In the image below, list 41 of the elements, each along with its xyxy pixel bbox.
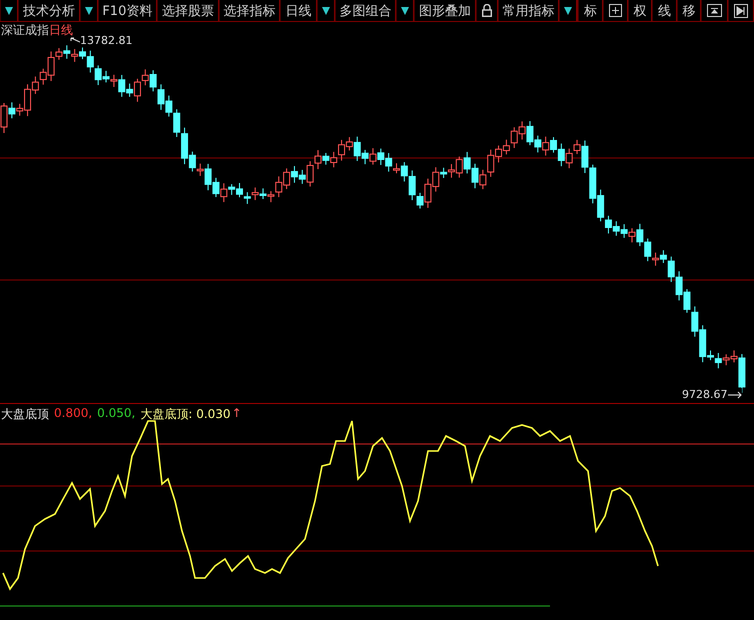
caret-icon xyxy=(401,6,410,14)
panel-icon xyxy=(706,4,722,17)
dropdown-button[interactable] xyxy=(559,0,578,21)
caret-icon xyxy=(322,6,330,14)
dropdown-button[interactable] xyxy=(80,0,98,21)
toolbar-button[interactable]: 技术分析 xyxy=(18,0,80,21)
high-price-label: 13782.81 xyxy=(80,34,132,47)
grid-icon xyxy=(608,4,622,17)
low-price-label: 9728.67 xyxy=(682,388,728,401)
dropdown-button[interactable] xyxy=(0,0,18,21)
toolbar-button[interactable]: 移 xyxy=(676,0,701,21)
dropdown-button[interactable] xyxy=(316,0,335,21)
toolbar-button[interactable]: 常用指标 xyxy=(498,0,560,21)
toolbar-button[interactable]: 图形叠加 xyxy=(414,0,476,21)
toolbar-button[interactable]: 权 xyxy=(628,0,652,21)
toolbar-button[interactable]: 多图组合 xyxy=(334,0,396,21)
end-button[interactable] xyxy=(728,0,754,21)
caret-icon xyxy=(5,6,13,14)
toolbar-button[interactable]: 日线 xyxy=(280,0,317,21)
dropdown-button[interactable] xyxy=(396,0,414,21)
grid-button[interactable] xyxy=(602,0,628,21)
lock-button[interactable] xyxy=(476,0,498,21)
pointer-arrow-icon xyxy=(70,36,80,44)
legend-text: 大盘底顶: 0.030 xyxy=(140,406,231,423)
legend-text: 0.050, xyxy=(97,406,136,422)
legend-text: 大盘底顶 xyxy=(1,406,49,423)
toolbar-button[interactable]: 线 xyxy=(652,0,677,21)
period-label: 日线 xyxy=(49,22,73,39)
padlock-icon xyxy=(482,4,492,17)
pointer-arrow-icon xyxy=(728,390,742,398)
toolbar-button[interactable]: 选择股票 xyxy=(157,0,219,21)
index-name: 深证成指 xyxy=(1,22,49,39)
legend-text: 0.800, xyxy=(54,406,92,422)
trend-arrow: ↑ xyxy=(232,406,242,422)
toolbar-button[interactable]: 选择指标 xyxy=(218,0,280,21)
toolbar-button[interactable]: 标 xyxy=(578,0,603,21)
caret-icon xyxy=(84,6,93,14)
end-icon xyxy=(734,4,748,18)
toolbar-button[interactable]: F10资料 xyxy=(98,0,158,21)
panel-button[interactable] xyxy=(700,0,728,21)
caret-icon xyxy=(564,6,572,14)
